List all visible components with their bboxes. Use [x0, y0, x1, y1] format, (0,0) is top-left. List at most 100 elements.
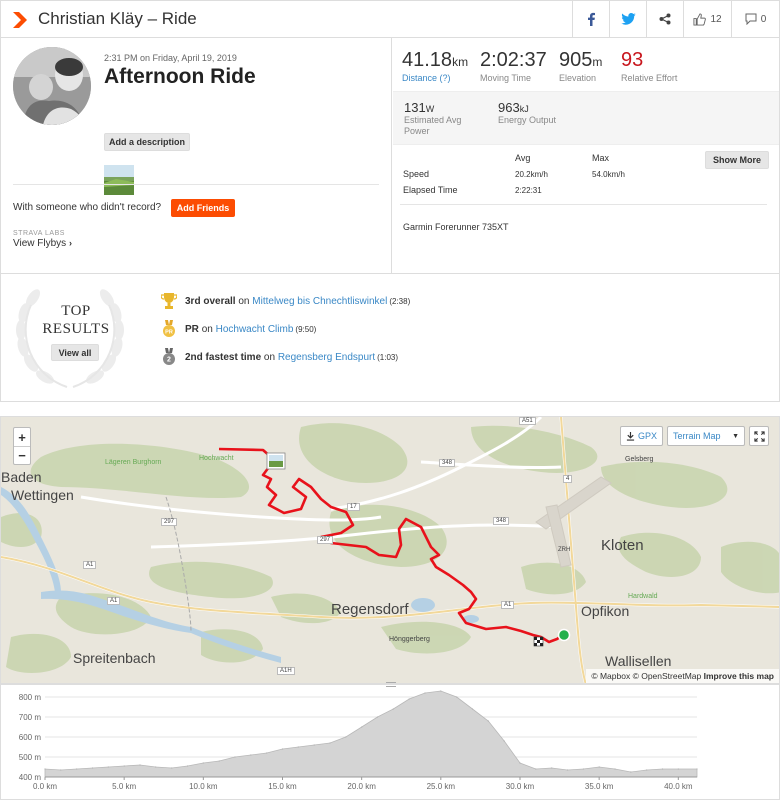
segment-link[interactable]: Regensberg Endspurt [278, 352, 375, 363]
map-type-select[interactable]: Terrain Map ▼ [667, 426, 745, 446]
map-place-label: Hardwald [628, 593, 658, 600]
stat-elevation-value: 905 [559, 49, 593, 71]
elevation-point [566, 769, 569, 771]
stat-energy: 963kJ Energy Output [498, 100, 556, 126]
elevation-point [91, 767, 94, 769]
elevation-point [107, 766, 109, 768]
map-road-label: ZRH [558, 547, 571, 553]
y-tick-label: 600 m [19, 733, 42, 742]
comment-button[interactable]: 0 [731, 1, 779, 37]
elevation-point [361, 726, 363, 728]
result-on: on [201, 323, 213, 335]
twitter-share-button[interactable] [609, 1, 646, 37]
stat-distance-label[interactable]: Distance (?) [402, 73, 468, 83]
zoom-in-button[interactable]: + [14, 428, 30, 446]
list-item: 2 2nd fastest time on Regensberg Endspur… [161, 348, 398, 366]
activity-header: Christian Kläy – Ride 12 0 [0, 0, 780, 38]
strava-logo-icon[interactable] [12, 12, 30, 28]
map-place-label: Baden [1, 469, 42, 485]
map-place-label: Lägeren Burghorn [105, 459, 162, 466]
elevation-point [598, 766, 600, 768]
result-rank: 2nd fastest time [185, 351, 262, 363]
elapsed-time-value: 2:22:31 [515, 186, 542, 195]
comment-count: 0 [760, 13, 767, 25]
x-tick-label: 35.0 km [585, 782, 614, 791]
elevation-point [329, 742, 331, 744]
elevation-point [171, 767, 173, 769]
kudos-button[interactable]: 12 [683, 1, 731, 37]
secondary-stats: 131W Estimated Avg Power 963kJ Energy Ou… [393, 91, 779, 145]
elevation-point [582, 768, 584, 770]
map-road-label: 17 [347, 503, 360, 511]
y-tick-label: 700 m [19, 713, 42, 722]
twitter-icon [620, 13, 636, 25]
view-flybys-link[interactable]: View Flybys › [13, 238, 72, 249]
mapbox-attribution-link[interactable]: © Mapbox [591, 671, 630, 681]
resize-handle-icon[interactable] [386, 682, 396, 687]
osm-attribution-link[interactable]: © OpenStreetMap [633, 671, 702, 681]
elevation-point [139, 764, 141, 766]
top-results-title-1: TOP [61, 303, 91, 319]
x-tick-label: 30.0 km [506, 782, 535, 791]
result-time: (1:03) [377, 352, 399, 362]
elevation-point [440, 690, 442, 692]
result-rank: PR [185, 323, 199, 335]
elevation-point [677, 768, 679, 770]
stat-distance-value: 41.18 [402, 49, 453, 71]
map-attribution: © Mapbox © OpenStreetMap Improve this ma… [586, 669, 779, 683]
map-road-label: A1 [107, 597, 121, 605]
elevation-point [186, 765, 189, 767]
stat-elevation: 905m Elevation [559, 49, 602, 83]
route-map[interactable]: Baden Wettingen Lägeren Burghorn Hochwac… [0, 416, 780, 684]
finish-flag-icon [533, 636, 544, 647]
table-header-avg: Avg [515, 153, 531, 163]
stat-moving-time: 2:02:37 Moving Time [480, 49, 547, 83]
elevation-point [696, 768, 698, 770]
svg-text:2: 2 [167, 357, 171, 364]
silver-medal-icon: 2 [163, 348, 175, 365]
elevation-profile[interactable]: 800 m 700 m 600 m 500 m 400 m 0.0 km 5.0 km 10.… [0, 682, 780, 800]
x-tick-label: 40.0 km [664, 782, 693, 791]
map-road-label: A1H [277, 667, 295, 675]
elevation-point [456, 696, 458, 698]
caret-down-icon: ▼ [732, 432, 739, 440]
result-time: (9:50) [295, 324, 317, 334]
stat-relative-effort[interactable]: 93 Relative Effort [621, 49, 677, 83]
zoom-out-button[interactable]: − [14, 446, 30, 464]
facebook-share-button[interactable] [572, 1, 609, 37]
speed-avg: 20.2km/h [515, 170, 548, 179]
elevation-point [202, 762, 204, 764]
elevation-point [345, 736, 347, 738]
elevation-point [535, 768, 537, 770]
map-place-label: Hochwacht [199, 455, 234, 462]
add-description-button[interactable]: Add a description [104, 133, 190, 151]
elevation-point [266, 752, 268, 754]
activity-photo-thumbnail[interactable] [104, 165, 134, 195]
elevation-point [424, 692, 426, 694]
activity-info-panel: 2:31 PM on Friday, April 19, 2019 Aftern… [1, 37, 392, 273]
page-title: Christian Kläy – Ride [38, 9, 197, 28]
segment-link[interactable]: Hochwacht Climb [216, 324, 294, 335]
with-someone-text: With someone who didn't record? [13, 202, 162, 213]
show-more-button[interactable]: Show More [705, 151, 769, 169]
stat-power-label-1: Estimated Avg [404, 115, 462, 125]
view-all-results-button[interactable]: View all [51, 344, 99, 361]
fullscreen-button[interactable] [749, 426, 769, 446]
stat-energy-unit: kJ [519, 104, 529, 114]
avatar[interactable] [13, 47, 91, 125]
share-button[interactable] [646, 1, 683, 37]
y-tick-label: 800 m [19, 693, 42, 702]
x-tick-label: 20.0 km [347, 782, 376, 791]
elevation-point [297, 746, 299, 748]
elevation-point [250, 754, 252, 756]
segment-link[interactable]: Mittelweg bis Chnechtliswinkel [252, 296, 387, 307]
chevron-right-icon: › [68, 238, 72, 248]
elevation-point [487, 720, 489, 722]
map-place-label: Kloten [601, 537, 644, 554]
stat-energy-value: 963 [498, 100, 520, 115]
add-friends-button[interactable]: Add Friends [171, 199, 235, 217]
elevation-point [408, 698, 410, 700]
gpx-export-button[interactable]: GPX [619, 426, 663, 446]
improve-map-link[interactable]: Improve this map [704, 671, 774, 681]
speed-label: Speed [403, 169, 430, 179]
